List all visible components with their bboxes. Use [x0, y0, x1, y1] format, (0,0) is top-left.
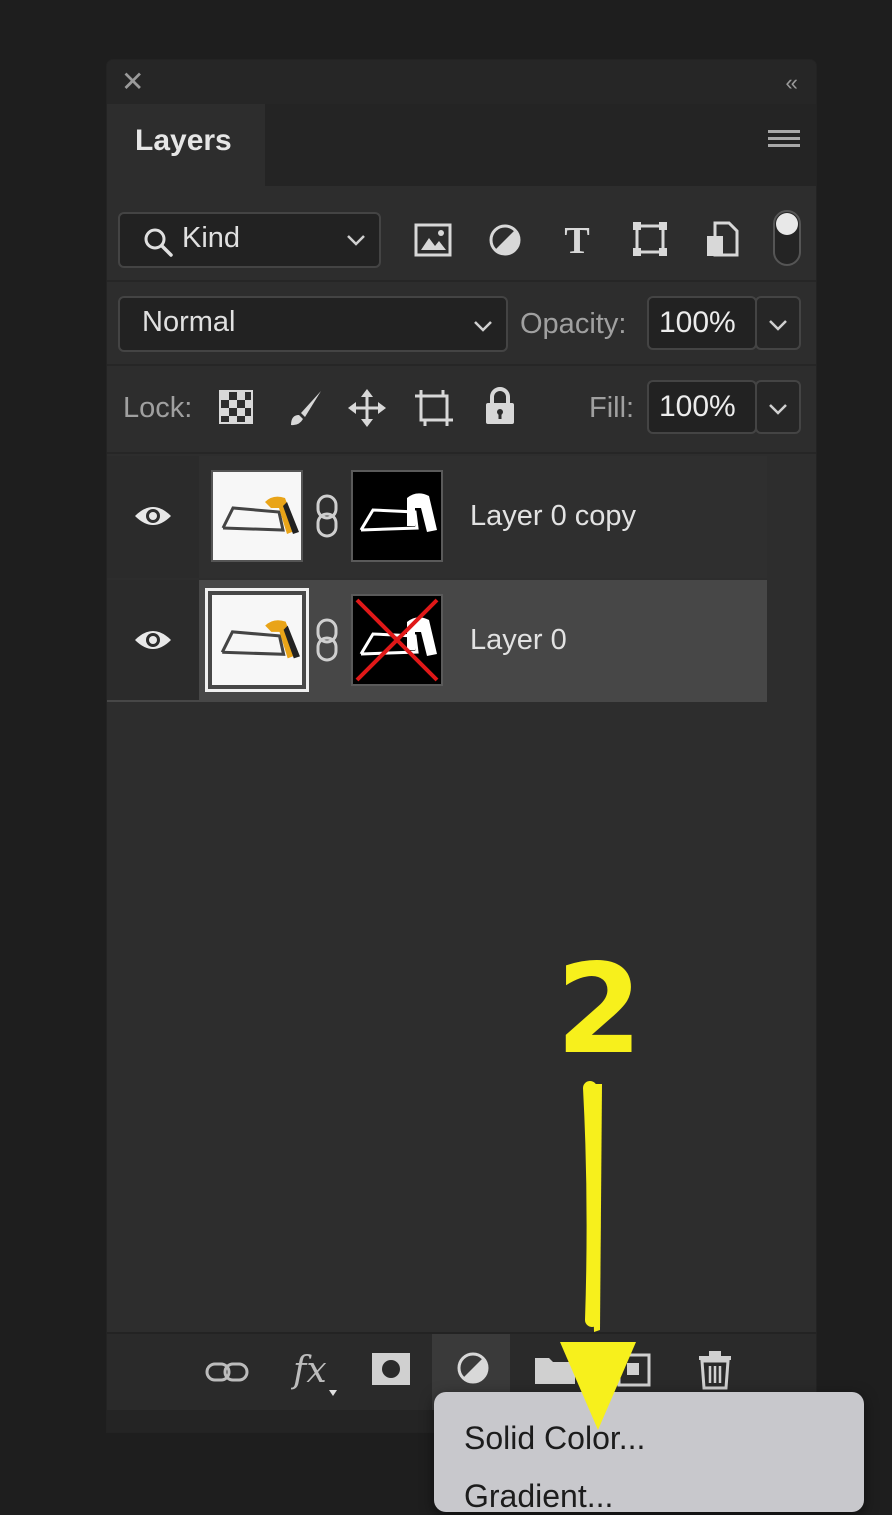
fx-icon[interactable]: fx: [291, 1346, 341, 1398]
lock-all-icon[interactable]: [483, 386, 517, 426]
hacksaw-thumbnail-image: [213, 472, 301, 560]
annotation-arrow-icon: [560, 1081, 636, 1430]
chevron-down-icon: [769, 404, 787, 415]
blend-mode-dropdown[interactable]: Normal: [118, 296, 508, 352]
tab-layers-label: Layers: [135, 124, 232, 157]
delete-icon[interactable]: [697, 1350, 733, 1390]
layer-thumbnail-selected[interactable]: [205, 588, 309, 692]
lock-transparent-icon[interactable]: [219, 390, 253, 424]
collapse-icon[interactable]: ‹‹: [785, 70, 798, 96]
lock-artboard-icon[interactable]: [413, 388, 455, 428]
disabled-mask-image: [355, 598, 439, 682]
opacity-slider-button[interactable]: [755, 296, 801, 350]
layer-row[interactable]: Layer 0 copy: [107, 456, 767, 578]
close-icon[interactable]: ✕: [121, 68, 144, 96]
add-mask-icon[interactable]: [371, 1352, 411, 1386]
kind-filter-label: Kind: [182, 222, 241, 254]
layers-list: Layer 0 copy Layer 0: [107, 456, 816, 702]
layer-thumbnail[interactable]: [211, 470, 303, 562]
hacksaw-mask-image: [359, 493, 437, 532]
opacity-label: Opacity:: [520, 308, 627, 340]
search-icon: [144, 228, 173, 257]
visibility-eye-icon[interactable]: [133, 502, 173, 530]
fill-label: Fill:: [589, 392, 635, 424]
panel-titlebar: ✕ ‹‹: [107, 60, 816, 104]
adjustment-filter-icon[interactable]: [487, 222, 523, 258]
smart-object-filter-icon[interactable]: [705, 220, 739, 258]
shape-filter-icon[interactable]: [631, 220, 669, 258]
panel-menu-icon[interactable]: [768, 130, 800, 154]
tab-strip: Layers: [107, 104, 816, 186]
adjustment-layer-icon[interactable]: [455, 1350, 491, 1386]
svg-text:T: T: [564, 220, 589, 258]
menu-item-gradient[interactable]: Gradient...: [464, 1478, 613, 1515]
chevron-down-icon: [769, 320, 787, 331]
layer-name[interactable]: Layer 0 copy: [470, 500, 636, 533]
chevron-down-icon: [347, 235, 365, 246]
layer-mask-thumbnail[interactable]: [351, 470, 443, 562]
blend-mode-label: Normal: [142, 306, 236, 338]
hacksaw-thumbnail-image: [212, 595, 302, 685]
layer-name[interactable]: Layer 0: [470, 624, 567, 657]
layer-mask-thumbnail-disabled[interactable]: [351, 594, 443, 686]
visibility-eye-icon[interactable]: [133, 626, 173, 654]
link-chain-icon[interactable]: [315, 494, 339, 538]
fill-field[interactable]: 100%: [647, 380, 757, 434]
annotation-step-number: 2: [556, 938, 643, 1082]
link-layers-icon[interactable]: [205, 1356, 249, 1388]
fill-slider-button[interactable]: [755, 380, 801, 434]
opacity-field[interactable]: 100%: [647, 296, 757, 350]
layers-panel: ✕ ‹‹ Layers Kind T Normal Opacity: 100% …: [107, 60, 816, 1432]
lock-label: Lock:: [123, 392, 193, 424]
lock-paint-icon[interactable]: [285, 388, 325, 428]
lock-position-icon[interactable]: [347, 388, 387, 428]
chevron-down-icon: [474, 321, 492, 332]
tab-layers[interactable]: Layers: [107, 104, 265, 186]
type-filter-icon[interactable]: T: [559, 220, 595, 258]
layer-row-selected[interactable]: Layer 0: [107, 580, 767, 702]
filter-toggle[interactable]: [773, 210, 801, 266]
link-chain-icon[interactable]: [315, 618, 339, 662]
kind-filter-dropdown[interactable]: Kind: [118, 212, 381, 268]
svg-text:fx: fx: [291, 1350, 327, 1391]
image-filter-icon[interactable]: [413, 222, 453, 258]
